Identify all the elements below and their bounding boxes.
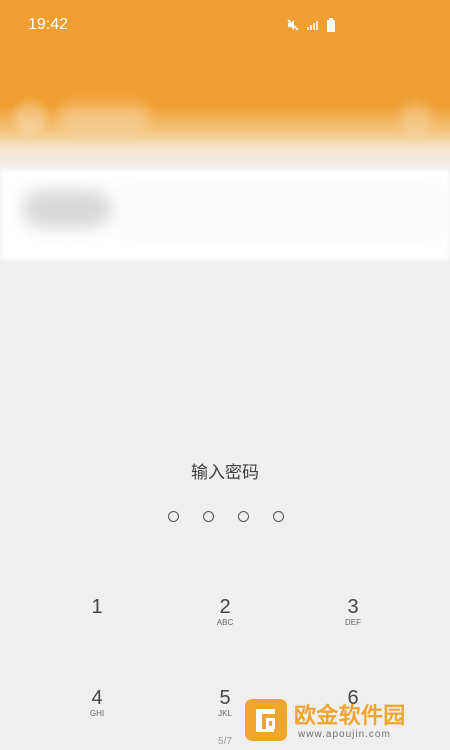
pin-dot: [168, 511, 179, 522]
keypad-button-3[interactable]: 3 DEF: [298, 596, 408, 656]
watermark-site-name: 欧金软件园: [294, 704, 406, 729]
keypad-number: 2: [219, 596, 231, 618]
status-time: 19:42: [28, 16, 69, 33]
status-icons: [286, 18, 336, 32]
battery-icon: [326, 18, 336, 32]
blurred-header-title: [58, 102, 150, 130]
pin-indicator: [168, 511, 284, 527]
keypad-number: 4: [91, 687, 103, 709]
blurred-back-button: [14, 101, 46, 133]
keypad-number: 1: [91, 596, 103, 618]
pin-dot: [203, 511, 214, 522]
watermark-url: www.apoujin.com: [298, 729, 391, 740]
keypad-button-4[interactable]: 4 GHI: [42, 687, 152, 747]
blurred-content-line: [122, 185, 442, 239]
pin-dot: [273, 511, 284, 522]
page-indicator: 5/7: [218, 736, 232, 747]
blurred-action-button: [400, 101, 432, 133]
watermark-logo-icon: [244, 698, 288, 742]
blurred-content-card: [0, 170, 450, 260]
keypad-letters: DEF: [345, 618, 361, 627]
pin-dot: [238, 511, 249, 522]
keypad-letters: ABC: [216, 618, 234, 627]
blurred-avatar: [22, 190, 112, 228]
blurred-app-header: 19:42: [0, 0, 450, 170]
password-prompt: 输入密码: [191, 463, 259, 483]
watermark: 欧金软件园 www.apoujin.com: [244, 698, 442, 746]
keypad-number: 3: [347, 596, 359, 618]
keypad-button-1[interactable]: 1: [42, 596, 152, 656]
keypad-letters: GHI: [89, 709, 105, 718]
keypad-button-2[interactable]: 2 ABC: [170, 596, 280, 656]
signal-icon: [306, 19, 320, 31]
mute-icon: [286, 18, 300, 32]
